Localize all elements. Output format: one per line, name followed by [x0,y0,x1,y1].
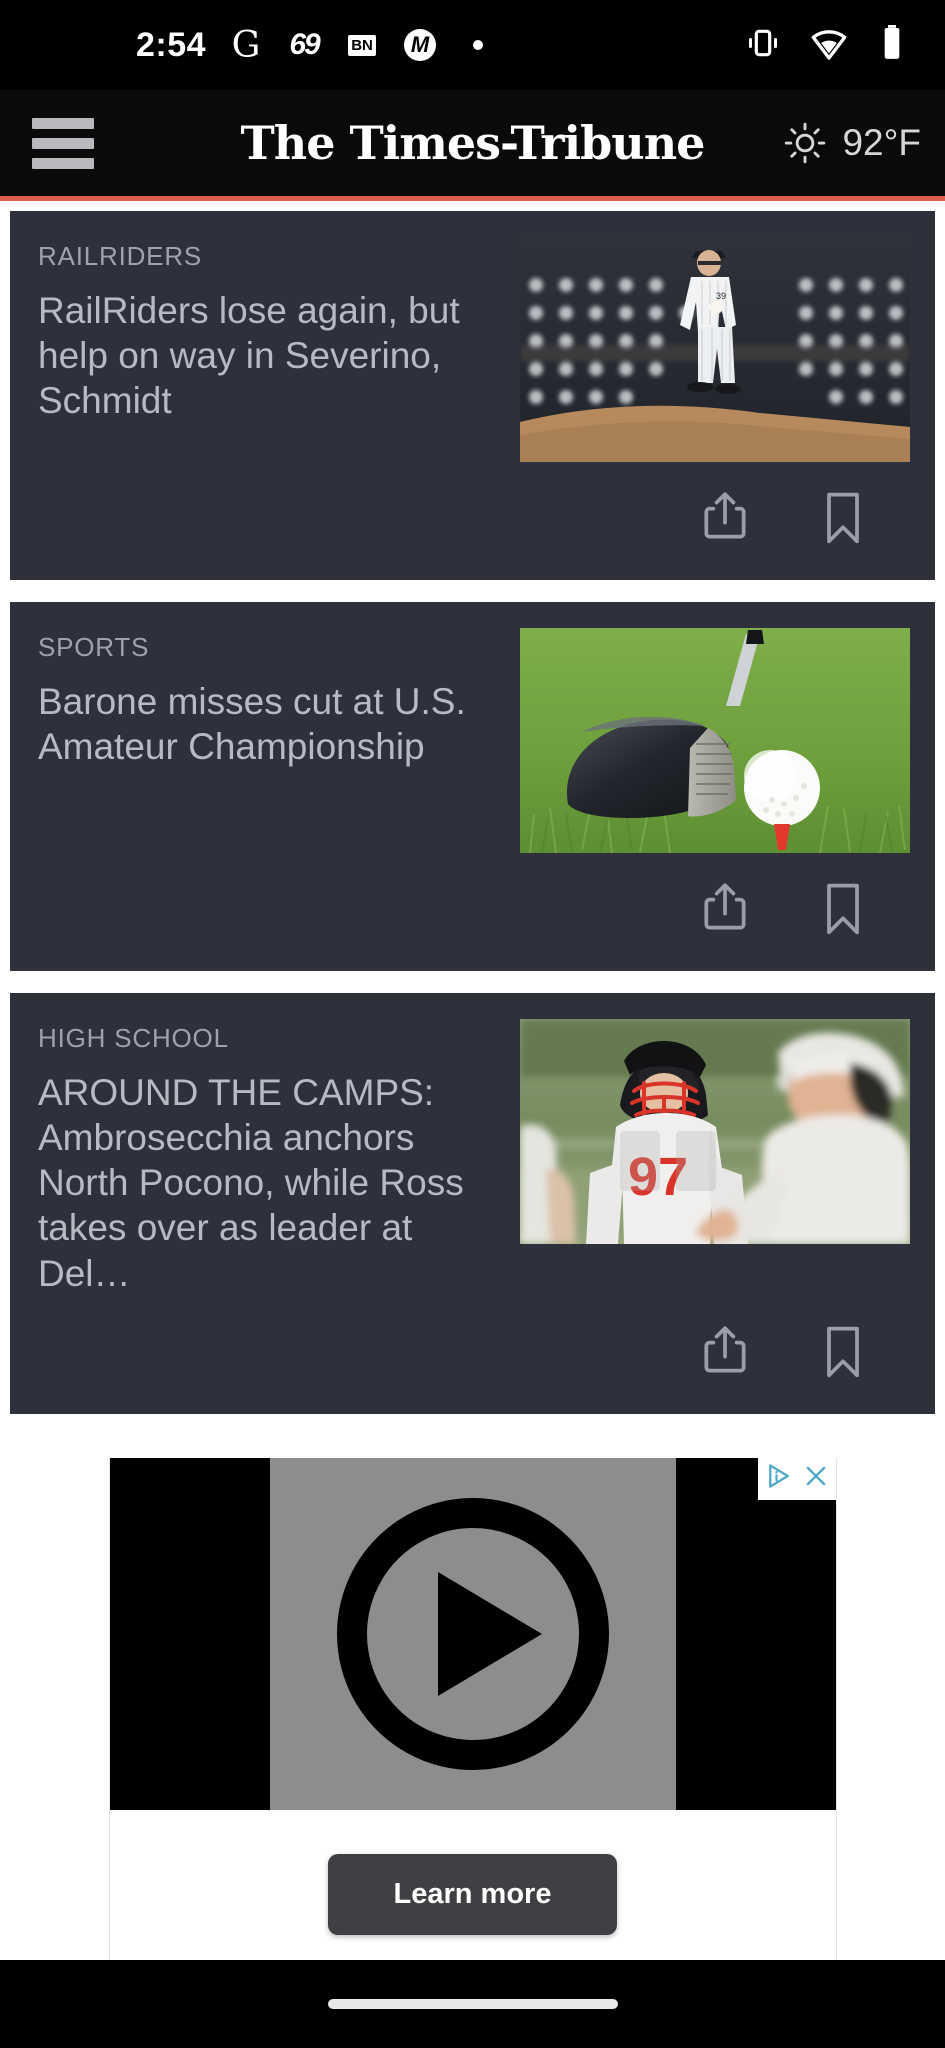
sun-icon [782,120,828,166]
article-headline: AROUND THE CAMPS: Ambrosecchia anchors N… [38,1072,464,1294]
hamburger-bar [32,117,94,129]
hamburger-menu-icon[interactable] [32,117,94,169]
m-app-icon: M [402,27,438,63]
high-school-football-practice-photo: 97 [520,1019,910,1244]
bookmark-icon[interactable] [815,877,871,941]
card-actions [10,1296,935,1414]
status-bar-left: 2:54 G 69 BN M [36,24,496,66]
vibrate-icon [743,23,783,68]
bookmark-icon[interactable] [815,1320,871,1384]
hamburger-bar [32,137,94,149]
wifi-icon [809,23,849,68]
article-thumbnail [520,628,910,853]
article-kicker: HIGH SCHOOL [38,1023,229,1053]
bookmark-icon[interactable] [815,486,871,550]
adchoices-controls[interactable] [757,1457,836,1500]
weather-temperature: 92°F [842,122,921,163]
battery-icon [875,23,909,68]
hamburger-bar [32,157,94,169]
home-gesture-pill[interactable] [327,1999,618,2009]
bn-app-icon-label: BN [348,34,376,56]
baseball-pitcher-photo: 39 [520,237,910,462]
article-feed: RAILRIDERS RailRiders lose again, but he… [0,201,945,1414]
dot-icon [460,27,496,63]
golf-club-and-ball-photo [520,628,910,853]
google-icon: G [231,24,261,66]
share-icon[interactable] [697,1320,753,1384]
bn-app-icon: BN [344,27,380,63]
article-thumbnail: 39 [520,237,910,462]
ad-video-frame [269,1457,676,1810]
article-card[interactable]: RAILRIDERS RailRiders lose again, but he… [10,211,935,580]
play-triangle [437,1571,542,1696]
m-app-icon-label: M [404,29,437,61]
article-headline: RailRiders lose again, but help on way i… [38,290,460,422]
system-navigation-bar [0,1960,945,2048]
ad-letterbox-left [109,1457,270,1810]
article-card[interactable]: SPORTS Barone misses cut at U.S. Amateur… [10,602,935,971]
advertisement-container: Learn more [0,1435,945,1989]
article-kicker: SPORTS [38,632,150,662]
share-icon[interactable] [697,877,753,941]
article-kicker: RAILRIDERS [38,241,203,271]
play-icon[interactable] [336,1497,609,1770]
article-thumbnail: 97 [520,1019,910,1296]
adchoices-icon[interactable] [764,1461,794,1497]
learn-more-button[interactable]: Learn more [327,1853,618,1935]
article-card[interactable]: HIGH SCHOOL AROUND THE CAMPS: Ambrosecch… [10,993,935,1414]
ad-unit[interactable]: Learn more [108,1457,837,1989]
ad-video-player[interactable] [109,1457,836,1810]
status-clock: 2:54 [136,25,207,64]
phone-screen: 2:54 G 69 BN M The Times-Tribune 92°F RA… [0,0,945,2048]
status-bar: 2:54 G 69 BN M [0,0,945,90]
sixtynine-app-icon: 69 [289,28,320,61]
article-headline: Barone misses cut at U.S. Amateur Champi… [38,681,466,768]
weather-widget[interactable]: 92°F [782,120,921,166]
share-icon[interactable] [697,486,753,550]
ad-letterbox-right [675,1457,836,1810]
card-actions [10,462,935,580]
svg-text:39: 39 [716,291,726,301]
close-icon[interactable] [802,1462,830,1496]
status-bar-right [743,23,909,68]
app-header: The Times-Tribune 92°F [0,90,945,196]
card-actions [10,853,935,971]
